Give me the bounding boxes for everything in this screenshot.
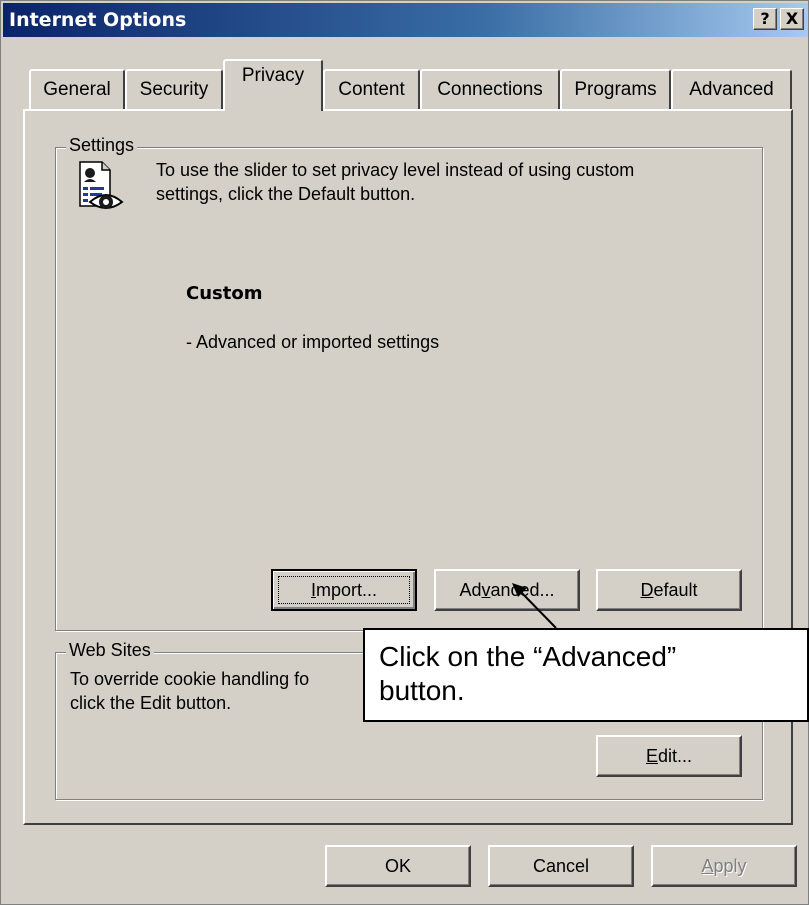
- privacy-document-eye-icon: [76, 160, 124, 212]
- advanced-label-pre: Ad: [459, 580, 482, 600]
- advanced-button[interactable]: Advanced...: [434, 569, 580, 611]
- settings-group: Settings To use the slider to set privac…: [55, 135, 763, 631]
- instruction-callout: Click on the “Advanced” button.: [363, 628, 809, 722]
- privacy-level-name: Custom: [186, 283, 263, 304]
- tab-programs-label: Programs: [574, 79, 657, 100]
- title-bar[interactable]: Internet Options ? X: [3, 3, 808, 37]
- close-button[interactable]: X: [780, 8, 804, 30]
- tab-content-label: Content: [338, 79, 405, 100]
- edit-button[interactable]: Edit...: [596, 735, 742, 777]
- import-focus-rect: [278, 576, 410, 604]
- tab-general-label: General: [43, 79, 111, 100]
- edit-label-post: dit...: [658, 746, 693, 766]
- default-label-accel: D: [640, 580, 654, 600]
- tab-connections-label: Connections: [437, 79, 543, 100]
- tab-content[interactable]: Content: [323, 69, 420, 109]
- edit-label-accel: E: [645, 746, 658, 766]
- tab-connections[interactable]: Connections: [420, 69, 560, 109]
- ok-label: OK: [384, 856, 411, 876]
- web-sites-group-label: Web Sites: [66, 640, 154, 661]
- tab-privacy-label: Privacy: [241, 65, 305, 86]
- apply-label-accel: A: [701, 856, 714, 876]
- apply-button[interactable]: Apply: [651, 845, 797, 887]
- web-sites-description: To override cookie handling fo click the…: [70, 667, 309, 715]
- web-sites-description-line1: To override cookie handling fo: [70, 669, 310, 689]
- advanced-label-post: anced...: [490, 580, 555, 600]
- default-button[interactable]: Default: [596, 569, 742, 611]
- web-sites-description-line2: click the Edit button.: [70, 693, 232, 713]
- window-title: Internet Options: [9, 9, 187, 31]
- tab-programs[interactable]: Programs: [560, 69, 671, 109]
- ok-button[interactable]: OK: [325, 845, 471, 887]
- tab-security[interactable]: Security: [125, 69, 223, 109]
- tab-advanced-label: Advanced: [689, 79, 774, 100]
- help-button[interactable]: ?: [753, 8, 777, 30]
- cancel-button[interactable]: Cancel: [488, 845, 634, 887]
- cancel-label: Cancel: [532, 856, 590, 876]
- settings-description-line1: To use the slider to set privacy level i…: [156, 160, 635, 180]
- tab-general[interactable]: General: [29, 69, 125, 109]
- internet-options-dialog: Internet Options ? X General Security Pr…: [0, 0, 809, 905]
- settings-description: To use the slider to set privacy level i…: [156, 158, 756, 206]
- privacy-level-description: - Advanced or imported settings: [186, 332, 440, 352]
- default-label-post: efault: [653, 580, 698, 600]
- callout-line2: button.: [379, 675, 465, 706]
- import-button[interactable]: Import...: [271, 569, 417, 611]
- tab-privacy[interactable]: Privacy: [223, 59, 323, 111]
- apply-label-post: pply: [713, 856, 747, 876]
- settings-group-label: Settings: [66, 135, 138, 156]
- tab-advanced[interactable]: Advanced: [671, 69, 792, 109]
- settings-description-line2: settings, click the Default button.: [156, 184, 416, 204]
- callout-line1: Click on the “Advanced”: [379, 641, 677, 672]
- tab-security-label: Security: [139, 79, 209, 100]
